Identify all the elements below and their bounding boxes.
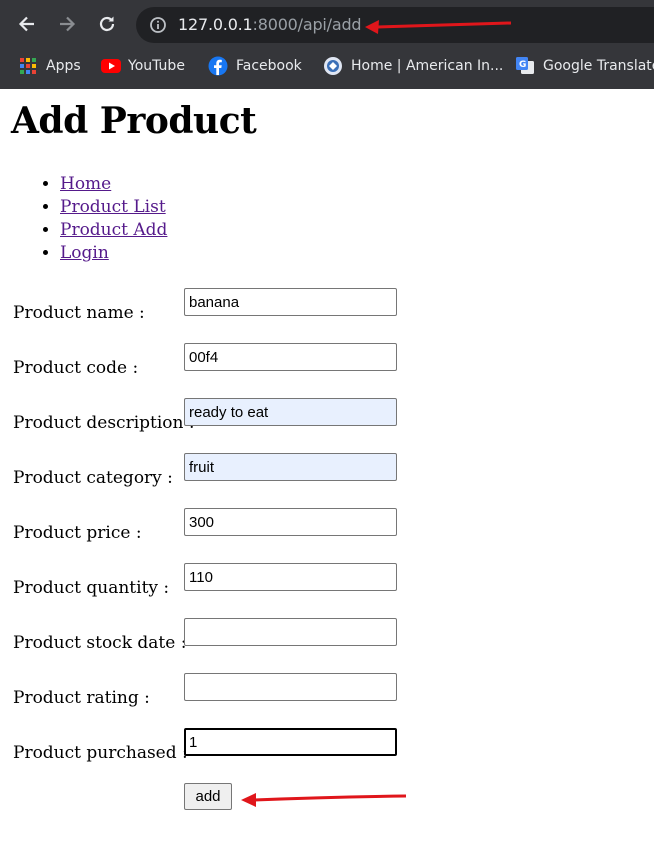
annotation-arrow-add: [241, 793, 407, 807]
bookmark-facebook[interactable]: Facebook: [208, 54, 302, 78]
product-purchased-label: Product purchased :: [13, 743, 188, 763]
bookmark-youtube[interactable]: YouTube: [100, 54, 185, 78]
nav-menu: Home Product List Product Add Login: [0, 173, 167, 265]
nav-item-product-list: Product List: [60, 196, 167, 219]
product-price-input[interactable]: [184, 508, 397, 536]
product-quantity-label: Product quantity :: [13, 578, 170, 598]
nav-link-product-list[interactable]: Product List: [60, 197, 166, 217]
product-name-label: Product name :: [13, 303, 145, 323]
bookmark-label: Home | American In...: [351, 58, 504, 74]
address-bar[interactable]: 127.0.0.1:8000/api/add: [136, 7, 654, 43]
bookmark-american-institute[interactable]: Home | American In...: [323, 54, 503, 78]
product-description-input[interactable]: [184, 398, 397, 426]
reload-button[interactable]: [92, 9, 122, 39]
product-category-label: Product category :: [13, 468, 173, 488]
bookmarks-bar: Apps YouTube Facebook Home | American In…: [0, 50, 654, 83]
product-purchased-input[interactable]: [184, 728, 397, 756]
product-stock-date-input[interactable]: [184, 618, 397, 646]
nav-link-login[interactable]: Login: [60, 243, 109, 263]
youtube-icon: [100, 56, 121, 76]
nav-item-product-add: Product Add: [60, 219, 167, 242]
bookmark-label: Apps: [46, 58, 81, 74]
product-description-label: Product description :: [13, 413, 195, 433]
site-icon: [323, 56, 343, 76]
product-code-input[interactable]: [184, 343, 397, 371]
product-category-input[interactable]: [184, 453, 397, 481]
url-host: 127.0.0.1: [178, 15, 253, 34]
back-arrow-icon: [18, 16, 34, 32]
nav-item-home: Home: [60, 173, 167, 196]
bookmark-label: Facebook: [236, 58, 302, 74]
apps-grid-icon: [18, 56, 38, 76]
forward-button[interactable]: [52, 9, 82, 39]
product-code-label: Product code :: [13, 358, 139, 378]
bookmark-apps[interactable]: Apps: [18, 54, 81, 78]
svg-text:G: G: [519, 60, 526, 70]
product-stock-date-label: Product stock date :: [13, 633, 187, 653]
product-name-input[interactable]: [184, 288, 397, 316]
bookmark-label: Google Translate: [543, 58, 654, 74]
product-rating-label: Product rating :: [13, 688, 150, 708]
back-button[interactable]: [12, 9, 42, 39]
reload-icon: [99, 16, 115, 32]
nav-link-home[interactable]: Home: [60, 174, 111, 194]
facebook-icon: [208, 56, 228, 76]
nav-link-product-add[interactable]: Product Add: [60, 220, 167, 240]
bookmark-google-translate[interactable]: G Google Translate: [515, 54, 654, 78]
product-price-label: Product price :: [13, 523, 142, 543]
url-text[interactable]: 127.0.0.1:8000/api/add: [178, 15, 362, 34]
product-rating-input[interactable]: [184, 673, 397, 701]
url-path: :8000/api/add: [252, 15, 362, 34]
bookmark-label: YouTube: [128, 58, 185, 74]
site-info-icon[interactable]: [148, 15, 168, 35]
browser-toolbar: 127.0.0.1:8000/api/add: [0, 0, 654, 50]
forward-arrow-icon: [60, 16, 76, 32]
google-translate-icon: G: [515, 56, 535, 76]
add-button[interactable]: add: [184, 783, 232, 810]
browser-chrome: 127.0.0.1:8000/api/add Apps YouTube Face…: [0, 0, 654, 89]
product-quantity-input[interactable]: [184, 563, 397, 591]
page-title: Add Product: [11, 100, 257, 142]
nav-item-login: Login: [60, 242, 167, 265]
